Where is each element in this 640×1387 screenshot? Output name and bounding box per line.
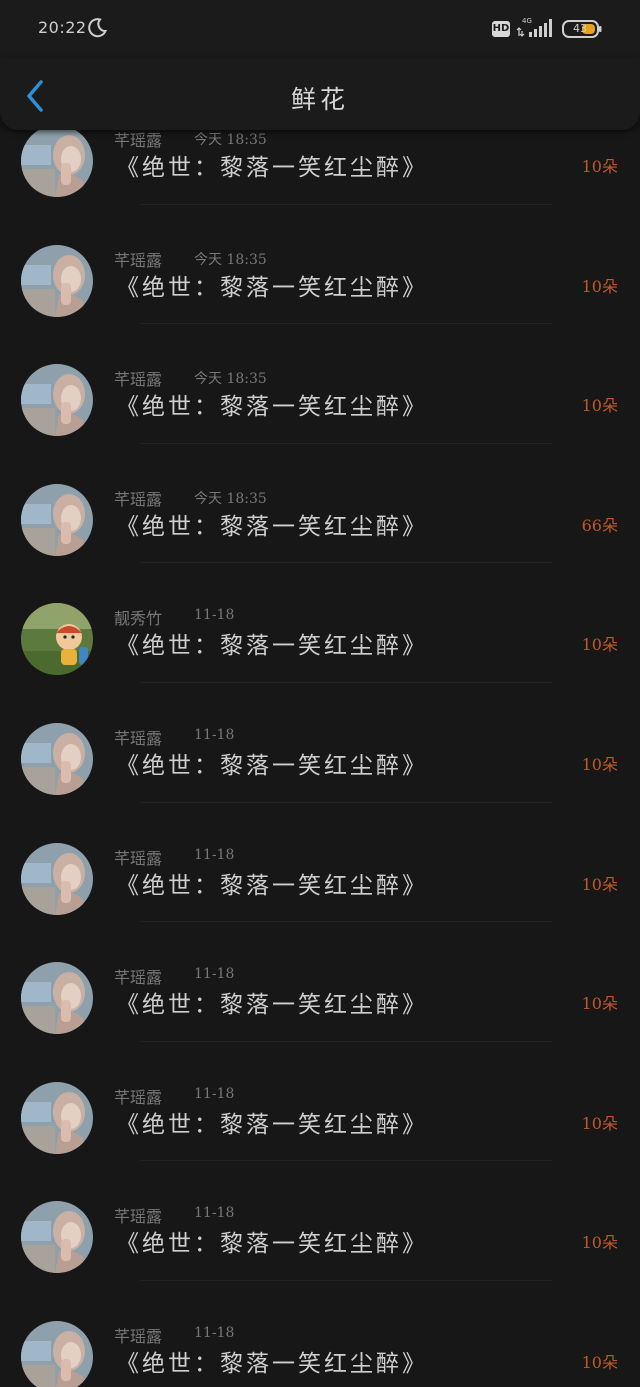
avatar[interactable] (21, 962, 93, 1035)
girl-avatar-icon (21, 1201, 93, 1274)
list-item[interactable]: 芊瑶露 11-18 《绝世：黎落一笑红尘醉》 10朵 (0, 1042, 640, 1162)
flower-count: 66朵 (581, 515, 618, 535)
flower-count: 10朵 (581, 635, 618, 655)
girl-avatar-icon (21, 244, 93, 317)
flower-count: 10朵 (581, 1233, 618, 1253)
avatar[interactable] (21, 1320, 93, 1387)
avatar[interactable] (21, 722, 93, 795)
book-title: 《绝世：黎落一笑红尘醉》 (116, 1111, 428, 1138)
flower-count: 10朵 (581, 276, 618, 296)
avatar[interactable] (21, 603, 93, 676)
girl-avatar-icon (21, 842, 93, 915)
avatar[interactable] (21, 842, 93, 915)
flower-count: 10朵 (581, 157, 618, 176)
flower-count: 10朵 (581, 1352, 618, 1372)
flower-count: 10朵 (581, 1113, 618, 1133)
book-title: 《绝世：黎落一笑红尘醉》 (116, 274, 428, 301)
avatar[interactable] (21, 364, 93, 437)
girl-avatar-icon (21, 962, 93, 1035)
send-time: 11-18 (194, 607, 235, 624)
send-time: 今天 18:35 (194, 251, 267, 268)
list-item[interactable]: 芊瑶露 11-18 《绝世：黎落一笑红尘醉》 10朵 (0, 922, 640, 1042)
cartoon-avatar-icon (21, 603, 93, 676)
book-title: 《绝世：黎落一笑红尘醉》 (116, 155, 428, 181)
send-time: 11-18 (194, 846, 235, 863)
list-item[interactable]: 靓秀竹 11-18 《绝世：黎落一笑红尘醉》 10朵 (0, 563, 640, 683)
moon-icon (88, 18, 108, 38)
nav-bar: 鲜花 (0, 58, 640, 130)
flower-count: 10朵 (581, 994, 618, 1014)
hd-icon: HD (492, 21, 510, 37)
girl-avatar-icon (21, 125, 93, 197)
list-item[interactable]: 芊瑶露 11-18 《绝世：黎落一笑红尘醉》 10朵 (0, 1281, 640, 1387)
send-time: 11-18 (194, 726, 235, 743)
status-bar: 20:22 HD 4G 43 (0, 0, 640, 58)
page-title: 鲜花 (290, 85, 349, 114)
send-time: 11-18 (194, 1324, 235, 1341)
book-title: 《绝世：黎落一笑红尘醉》 (116, 872, 428, 899)
girl-avatar-icon (21, 722, 93, 795)
status-time: 20:22 (38, 18, 87, 37)
list-item[interactable]: 芊瑶露 11-18 《绝世：黎落一笑红尘醉》 10朵 (0, 803, 640, 923)
send-time: 11-18 (194, 1205, 235, 1222)
send-time: 11-18 (194, 966, 235, 983)
phone-screen: 20:22 HD 4G 43 鲜花 芊瑶露 今天 18:35 《绝世：黎落一笑红… (0, 0, 640, 1387)
girl-avatar-icon (21, 364, 93, 437)
girl-avatar-icon (21, 483, 93, 556)
avatar[interactable] (21, 125, 93, 197)
avatar[interactable] (21, 1081, 93, 1154)
book-title: 《绝世：黎落一笑红尘醉》 (116, 513, 428, 540)
battery-level: 43 (573, 22, 587, 35)
book-title: 《绝世：黎落一笑红尘醉》 (116, 633, 428, 660)
flower-count: 10朵 (581, 754, 618, 774)
list-item[interactable]: 芊瑶露 今天 18:35 《绝世：黎落一笑红尘醉》 66朵 (0, 444, 640, 564)
send-time: 今天 18:35 (194, 132, 267, 148)
list-item[interactable]: 芊瑶露 11-18 《绝世：黎落一笑红尘醉》 10朵 (0, 1161, 640, 1281)
avatar[interactable] (21, 1201, 93, 1274)
send-time: 今天 18:35 (194, 490, 267, 507)
book-title: 《绝世：黎落一笑红尘醉》 (116, 1231, 428, 1258)
network-label: 4G (522, 17, 532, 25)
send-time: 11-18 (194, 1085, 235, 1102)
flower-count: 10朵 (581, 396, 618, 416)
send-time: 今天 18:35 (194, 371, 267, 388)
book-title: 《绝世：黎落一笑红尘醉》 (116, 394, 428, 421)
avatar[interactable] (21, 244, 93, 317)
list-item[interactable]: 芊瑶露 今天 18:35 《绝世：黎落一笑红尘醉》 10朵 (0, 324, 640, 444)
girl-avatar-icon (21, 1081, 93, 1154)
book-title: 《绝世：黎落一笑红尘醉》 (116, 752, 428, 779)
list-item[interactable]: 芊瑶露 今天 18:35 《绝世：黎落一笑红尘醉》 10朵 (0, 205, 640, 325)
flower-list[interactable]: 芊瑶露 今天 18:35 《绝世：黎落一笑红尘醉》 10朵 芊瑶露 今天 18:… (0, 85, 640, 1387)
girl-avatar-icon (21, 1320, 93, 1387)
book-title: 《绝世：黎落一笑红尘醉》 (116, 1350, 428, 1377)
list-item[interactable]: 芊瑶露 11-18 《绝世：黎落一笑红尘醉》 10朵 (0, 683, 640, 803)
signal-icon: 4G (516, 17, 552, 37)
book-title: 《绝世：黎落一笑红尘醉》 (116, 992, 428, 1019)
avatar[interactable] (21, 483, 93, 556)
flower-count: 10朵 (581, 874, 618, 894)
